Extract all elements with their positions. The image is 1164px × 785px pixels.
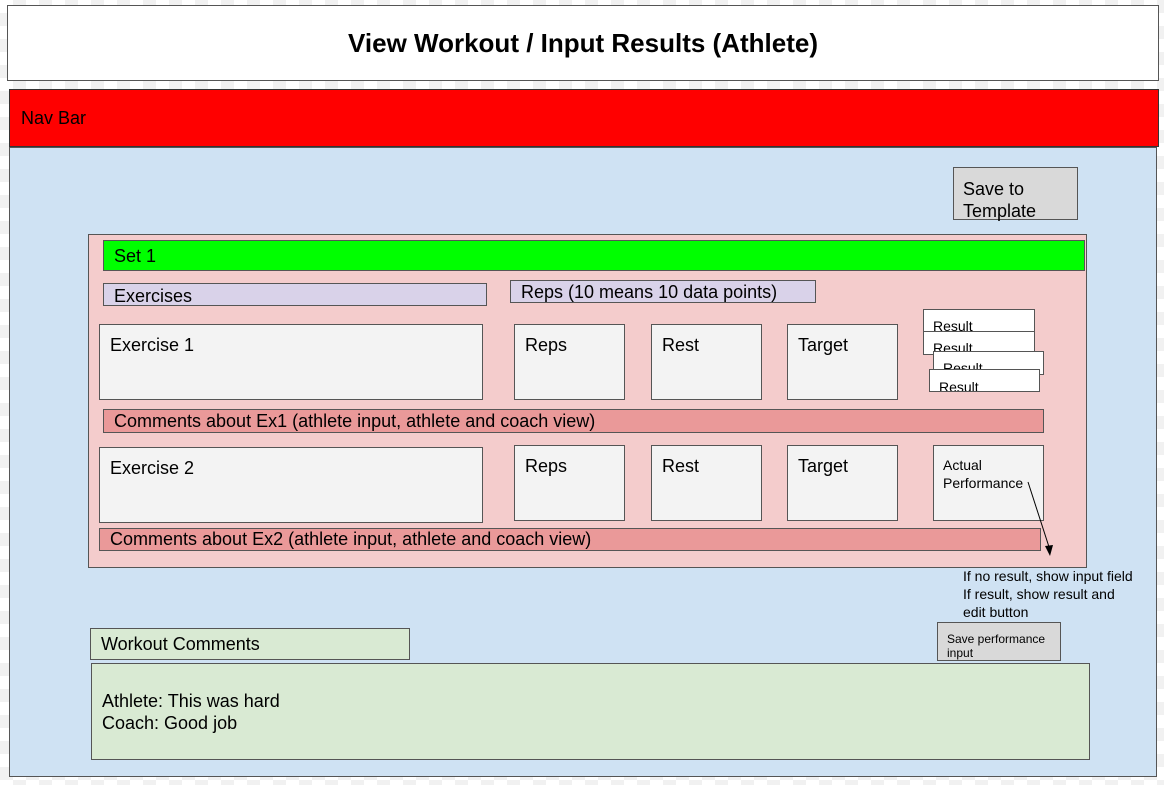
note-line2: If result, show result and xyxy=(963,586,1115,602)
exercise-1-target[interactable]: Target xyxy=(787,324,898,400)
note-line1: If no result, show input field xyxy=(963,568,1133,584)
save-performance-line1: Save performance xyxy=(947,632,1046,646)
exercises-label: Exercises xyxy=(103,283,487,306)
result-field[interactable]: Result xyxy=(929,369,1040,392)
page-title-box: View Workout / Input Results (Athlete) xyxy=(7,5,1159,81)
exercise-2-name-text: Exercise 2 xyxy=(110,458,195,478)
exercise-1-rest-text: Rest xyxy=(662,335,700,355)
reps-label-text: Reps (10 means 10 data points) xyxy=(521,282,778,302)
save-to-template-button[interactable]: Save to Template xyxy=(953,167,1078,221)
exercise-1-target-text: Target xyxy=(798,335,849,355)
exercise-2-target[interactable]: Target xyxy=(787,445,898,521)
coach-comment: Coach: Good job xyxy=(102,713,238,733)
workout-comments-label: Workout Comments xyxy=(90,628,410,660)
save-performance-line2: input xyxy=(947,646,974,660)
exercise-2-comments-text: Comments about Ex2 (athlete input, athle… xyxy=(110,529,592,549)
exercise-1-reps[interactable]: Reps xyxy=(514,324,625,400)
set-header-label: Set 1 xyxy=(114,246,157,266)
actual-performance-line2: Performance xyxy=(943,475,1024,491)
nav-bar-label: Nav Bar xyxy=(21,107,87,128)
actual-performance-line1: Actual xyxy=(943,457,982,473)
exercise-2-comments[interactable]: Comments about Ex2 (athlete input, athle… xyxy=(99,528,1041,551)
exercise-1-rest[interactable]: Rest xyxy=(651,324,762,400)
save-to-template-line2: Template xyxy=(963,201,1037,221)
exercise-1-name: Exercise 1 xyxy=(99,324,483,400)
annotation-note: If no result, show input field If result… xyxy=(963,567,1153,621)
page-title: View Workout / Input Results (Athlete) xyxy=(348,27,818,58)
athlete-comment: Athlete: This was hard xyxy=(102,691,280,711)
exercise-1-reps-text: Reps xyxy=(525,335,568,355)
nav-bar[interactable]: Nav Bar xyxy=(9,89,1159,147)
exercise-2-rest[interactable]: Rest xyxy=(651,445,762,521)
exercise-1-comments[interactable]: Comments about Ex1 (athlete input, athle… xyxy=(103,409,1044,433)
set-header: Set 1 xyxy=(103,240,1085,271)
exercise-1-comments-text: Comments about Ex1 (athlete input, athle… xyxy=(114,410,596,431)
actual-performance-field[interactable]: Actual Performance xyxy=(933,445,1044,521)
exercise-2-reps[interactable]: Reps xyxy=(514,445,625,521)
note-line3: edit button xyxy=(963,604,1029,620)
reps-label: Reps (10 means 10 data points) xyxy=(510,280,816,303)
exercise-2-rest-text: Rest xyxy=(662,456,700,476)
result-field-text: Result xyxy=(939,379,979,392)
exercises-label-text: Exercises xyxy=(114,286,193,306)
save-performance-button[interactable]: Save performance input xyxy=(937,622,1061,661)
save-to-template-line1: Save to xyxy=(963,179,1025,199)
exercise-2-name: Exercise 2 xyxy=(99,447,483,523)
exercise-2-target-text: Target xyxy=(798,456,849,476)
workout-comments-label-text: Workout Comments xyxy=(101,634,260,654)
exercise-2-reps-text: Reps xyxy=(525,456,568,476)
workout-comments-box[interactable]: Athlete: This was hard Coach: Good job xyxy=(91,663,1090,760)
exercise-1-name-text: Exercise 1 xyxy=(110,335,195,355)
